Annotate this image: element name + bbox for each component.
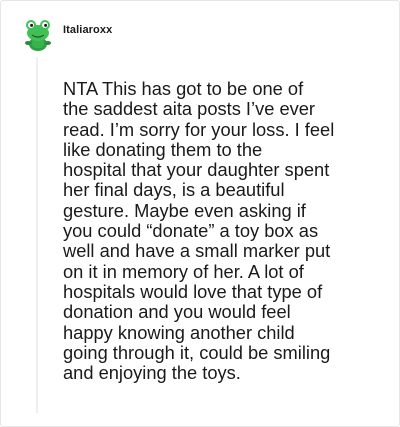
frog-snoo-avatar-icon[interactable] xyxy=(21,14,55,52)
comment-card: Italiaroxx NTA This has got to be one of… xyxy=(0,0,400,427)
thread-collapse-line[interactable] xyxy=(36,57,38,413)
comment-username[interactable]: Italiaroxx xyxy=(63,24,112,36)
comment-body: NTA This has got to be one of the saddes… xyxy=(63,78,335,384)
